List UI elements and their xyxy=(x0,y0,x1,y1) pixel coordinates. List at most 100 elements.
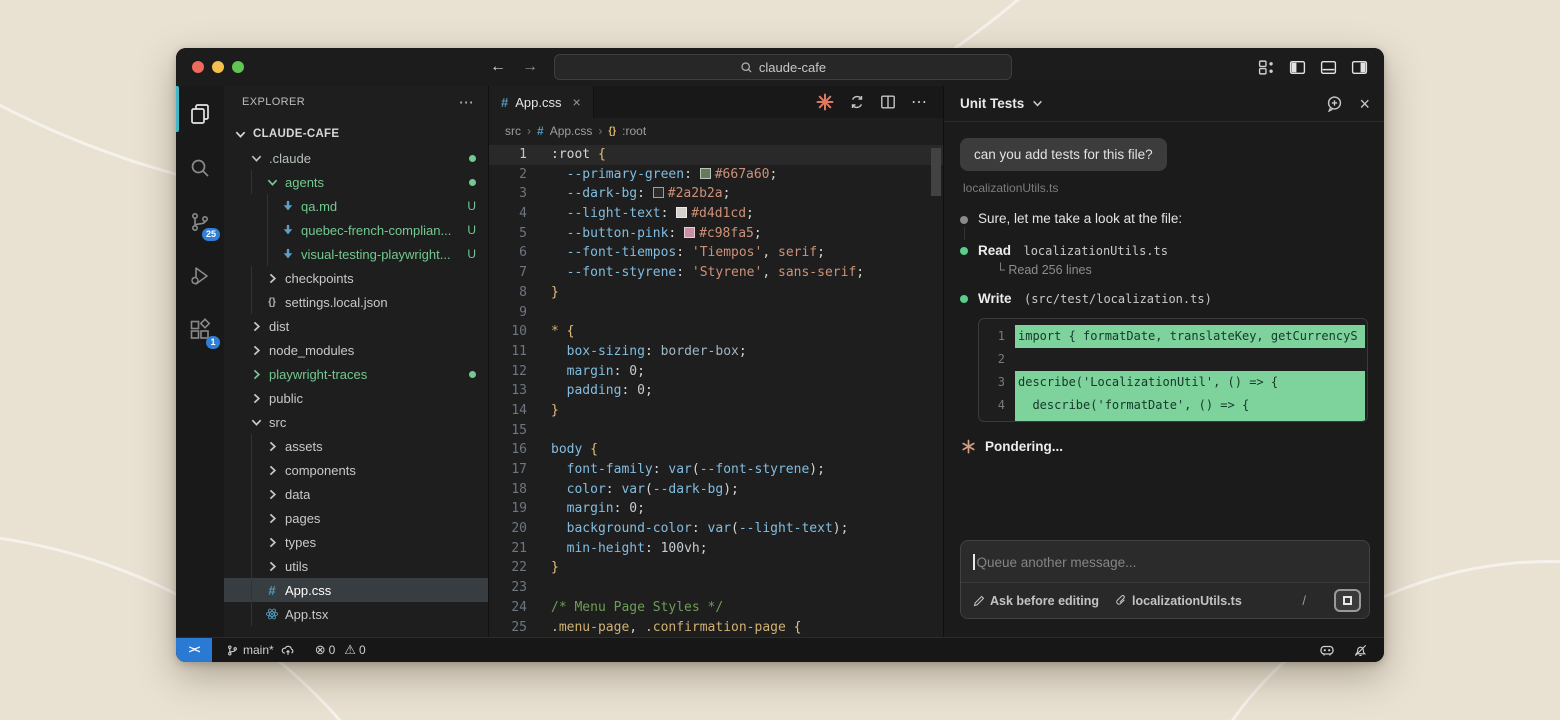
message-input[interactable]: Queue another message... xyxy=(961,541,1369,582)
diff-line-2: 2 xyxy=(979,348,1365,371)
tree-item-quebec-french-complian-[interactable]: quebec-french-complian...U xyxy=(224,218,488,242)
pondering-spark-icon xyxy=(961,439,976,454)
sync-changes-icon[interactable] xyxy=(849,94,865,110)
line-content xyxy=(527,303,551,323)
edit-mode-selector[interactable]: Ask before editing xyxy=(973,594,1099,608)
customize-layout-icon[interactable] xyxy=(1258,59,1275,76)
tree-item-qa-md[interactable]: qa.mdU xyxy=(224,194,488,218)
line-content: } xyxy=(527,283,559,303)
run-debug-view-icon[interactable] xyxy=(184,260,216,292)
indent-guide xyxy=(251,290,252,314)
editor-more-actions-icon[interactable]: ⋯ xyxy=(911,92,927,112)
attachment-chip[interactable]: localizationUtils.ts xyxy=(1115,594,1242,608)
breadcrumb-file[interactable]: App.css xyxy=(550,124,593,138)
tree-item-pages[interactable]: pages xyxy=(224,506,488,530)
diff-code-block[interactable]: 1import { formatDate, translateKey, getC… xyxy=(978,318,1368,422)
toggle-primary-sidebar-icon[interactable] xyxy=(1289,59,1306,76)
publish-cloud-icon xyxy=(281,643,295,657)
close-panel-icon[interactable]: × xyxy=(1359,95,1370,113)
tree-item-data[interactable]: data xyxy=(224,482,488,506)
tree-item-checkpoints[interactable]: checkpoints xyxy=(224,266,488,290)
zoom-window-button[interactable] xyxy=(232,61,244,73)
tool-call-write[interactable]: Write (src/test/localization.ts) xyxy=(960,290,1370,308)
tree-item-playwright-traces[interactable]: playwright-traces xyxy=(224,362,488,386)
tree-item-claude-cafe[interactable]: CLAUDE-CAFE xyxy=(224,122,488,146)
tree-item-visual-testing-playwright-[interactable]: visual-testing-playwright...U xyxy=(224,242,488,266)
chat-input-box[interactable]: Queue another message... Ask before edit… xyxy=(960,540,1370,619)
pencil-icon xyxy=(973,595,985,607)
tree-item-label: public xyxy=(269,391,303,406)
toggle-secondary-sidebar-icon[interactable] xyxy=(1351,59,1368,76)
command-center-search[interactable]: claude-cafe xyxy=(554,54,1012,80)
close-window-button[interactable] xyxy=(192,61,204,73)
tab-close-icon[interactable]: × xyxy=(572,94,580,110)
color-swatch-icon xyxy=(684,227,695,238)
tool-call-read[interactable]: Read localizationUtils.ts └ Read 256 lin… xyxy=(960,242,1370,277)
tree-item-agents[interactable]: agents xyxy=(224,170,488,194)
back-icon[interactable]: ← xyxy=(490,58,506,76)
line-number: 14 xyxy=(489,401,527,421)
forward-icon[interactable]: → xyxy=(522,58,538,76)
git-status-letter: U xyxy=(467,199,476,213)
tree-item-types[interactable]: types xyxy=(224,530,488,554)
breadcrumb-symbol[interactable]: :root xyxy=(622,124,646,138)
split-editor-icon[interactable] xyxy=(880,94,896,110)
editor-scrollbar[interactable] xyxy=(931,148,941,196)
more-actions-icon[interactable]: ⋯ xyxy=(459,93,474,111)
line-content xyxy=(527,578,551,598)
code-editor[interactable]: 1:root {2 --primary-green: #667a60;3 --d… xyxy=(489,144,943,637)
indent-guide xyxy=(251,170,252,194)
copilot-icon[interactable] xyxy=(1319,642,1335,658)
tree-item-public[interactable]: public xyxy=(224,386,488,410)
remote-indicator[interactable]: >< xyxy=(176,638,212,662)
extensions-view-icon[interactable]: 1 xyxy=(184,314,216,346)
status-text: Pondering... xyxy=(985,439,1063,454)
claude-spark-icon[interactable] xyxy=(816,93,834,111)
tree-item-dist[interactable]: dist xyxy=(224,314,488,338)
explorer-view-icon[interactable] xyxy=(184,98,216,130)
code-line-8: 8} xyxy=(489,283,943,303)
minimize-window-button[interactable] xyxy=(212,61,224,73)
slash-command-hint[interactable]: / xyxy=(1302,593,1306,608)
line-content: } xyxy=(527,401,559,421)
stop-button[interactable] xyxy=(1334,589,1361,612)
errors-icon: ⊗ xyxy=(315,642,326,658)
stop-icon xyxy=(1343,596,1352,605)
titlebar: ← → claude-cafe xyxy=(176,48,1384,86)
line-content: } xyxy=(527,558,559,578)
indent-guide xyxy=(251,578,252,602)
tree-item-components[interactable]: components xyxy=(224,458,488,482)
line-number: 6 xyxy=(489,243,527,263)
tree-item-settings-local-json[interactable]: {}settings.local.json xyxy=(224,290,488,314)
tree-item-label: App.tsx xyxy=(285,607,328,622)
breadcrumb-folder[interactable]: src xyxy=(505,124,521,138)
tab-label: App.css xyxy=(515,95,561,110)
git-modified-dot xyxy=(469,371,476,378)
line-number: 24 xyxy=(489,598,527,618)
tab-app-css[interactable]: # App.css × xyxy=(489,86,594,118)
problems-item[interactable]: ⊗ 0 ⚠ 0 xyxy=(315,642,366,658)
toggle-panel-icon[interactable] xyxy=(1320,59,1337,76)
source-control-view-icon[interactable]: 25 xyxy=(184,206,216,238)
file-tree: CLAUDE-CAFE.claudeagentsqa.mdUquebec-fre… xyxy=(224,118,488,637)
tree-item-label: assets xyxy=(285,439,323,454)
diff-line-1: 1import { formatDate, translateKey, getC… xyxy=(979,325,1365,348)
notifications-muted-icon[interactable] xyxy=(1353,643,1368,658)
tree-item-app-tsx[interactable]: App.tsx xyxy=(224,602,488,626)
tree-item-utils[interactable]: utils xyxy=(224,554,488,578)
tree-item-node-modules[interactable]: node_modules xyxy=(224,338,488,362)
tree-item-label: node_modules xyxy=(269,343,354,358)
diff-line-number: 2 xyxy=(979,348,1005,371)
chat-title-dropdown[interactable]: Unit Tests xyxy=(960,96,1043,111)
tool-bullet xyxy=(960,295,968,303)
tree-item-assets[interactable]: assets xyxy=(224,434,488,458)
new-chat-icon[interactable] xyxy=(1326,95,1343,112)
color-swatch-icon xyxy=(700,168,711,179)
tree-item-label: playwright-traces xyxy=(269,367,367,382)
tree-item--claude[interactable]: .claude xyxy=(224,146,488,170)
search-view-icon[interactable] xyxy=(184,152,216,184)
git-branch-item[interactable]: main* xyxy=(226,643,295,657)
tree-item-app-css[interactable]: #App.css xyxy=(224,578,488,602)
indent-guide xyxy=(251,602,252,626)
tree-item-src[interactable]: src xyxy=(224,410,488,434)
